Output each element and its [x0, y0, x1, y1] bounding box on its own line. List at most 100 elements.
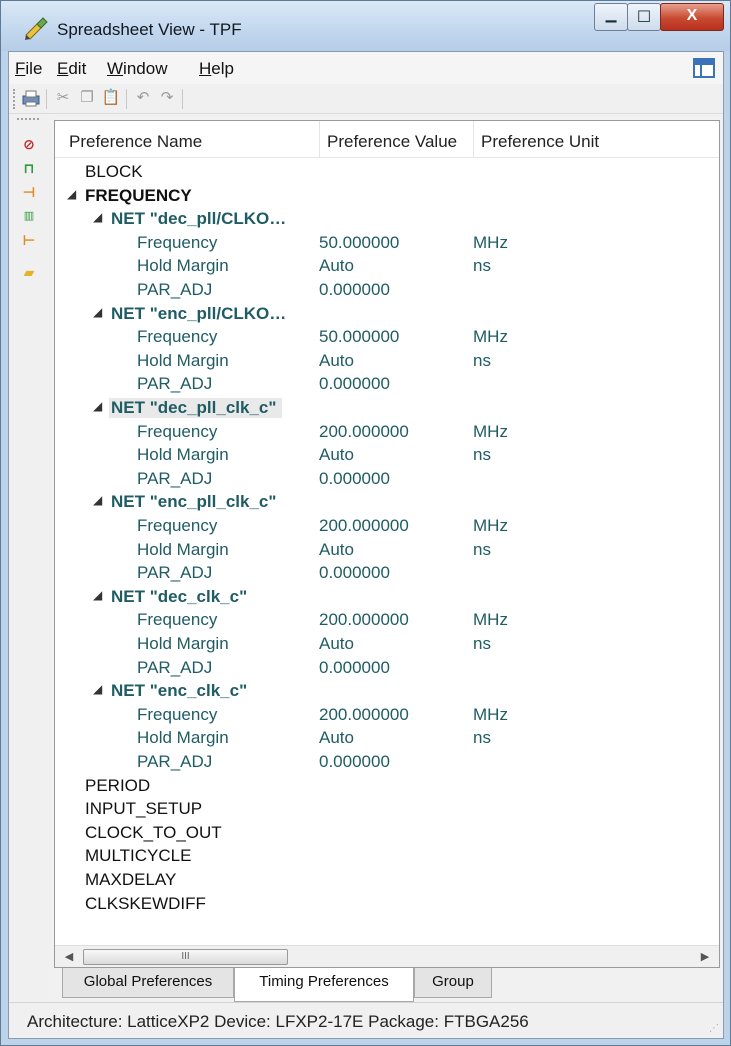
preference-value[interactable]: 50.000000 — [319, 233, 399, 253]
preference-value[interactable]: 0.000000 — [319, 752, 390, 772]
expand-arrow-icon[interactable]: ◢ — [67, 187, 76, 201]
scrollbar-thumb[interactable]: III — [83, 949, 288, 965]
tab-global-preferences[interactable]: Global Preferences — [62, 968, 234, 998]
table-row[interactable]: ◢ NET "enc_pll/CLKO… — [55, 301, 719, 325]
horizontal-scrollbar[interactable]: ◀ III ▶ — [55, 945, 719, 967]
preference-unit: ns — [473, 539, 491, 559]
palette-grip[interactable] — [17, 118, 39, 121]
layout-toggle-icon[interactable] — [693, 58, 715, 78]
preference-value[interactable]: Auto — [319, 728, 354, 748]
preference-value[interactable]: 0.000000 — [319, 658, 390, 678]
expand-arrow-icon[interactable]: ◢ — [93, 210, 102, 224]
tab-timing-preferences[interactable]: Timing Preferences — [234, 968, 414, 1002]
toolbar-grip[interactable] — [13, 89, 16, 109]
resize-grip-icon[interactable]: ⋰ — [709, 1023, 719, 1034]
preference-value[interactable]: 200.000000 — [319, 610, 409, 630]
table-row[interactable]: ◢ NET "dec_clk_c" — [55, 584, 719, 608]
table-row[interactable]: ◢ NET "enc_pll_clk_c" — [55, 489, 719, 513]
preference-value[interactable]: 0.000000 — [319, 469, 390, 489]
column-divider[interactable] — [319, 121, 320, 158]
column-header-value[interactable]: Preference Value — [327, 132, 457, 152]
column-header-unit[interactable]: Preference Unit — [481, 132, 599, 152]
preference-name: Frequency — [137, 704, 218, 724]
paste-icon[interactable]: 📋 — [101, 88, 121, 108]
table-row[interactable]: MULTICYCLE — [55, 843, 719, 867]
table-row[interactable]: PAR_ADJ 0.000000 — [55, 277, 719, 301]
clock-to-out-icon[interactable]: ⊢ — [19, 230, 39, 250]
table-row[interactable]: ◢ NET "dec_pll/CLKO… — [55, 206, 719, 230]
preference-name: Frequency — [137, 232, 218, 252]
table-row[interactable]: Frequency 200.000000 MHz — [55, 702, 719, 726]
preference-value[interactable]: Auto — [319, 256, 354, 276]
preference-value[interactable]: Auto — [319, 634, 354, 654]
table-row[interactable]: Frequency 200.000000 MHz — [55, 419, 719, 443]
table-row[interactable]: Hold Margin Auto ns — [55, 442, 719, 466]
table-row[interactable]: PAR_ADJ 0.000000 — [55, 371, 719, 395]
table-row[interactable]: BLOCK — [55, 159, 719, 183]
table-row[interactable]: ◢ NET "enc_clk_c" — [55, 678, 719, 702]
maximize-button[interactable]: ☐ — [627, 3, 661, 31]
table-row[interactable]: INPUT_SETUP — [55, 796, 719, 820]
table-row[interactable]: CLKSKEWDIFF — [55, 891, 719, 915]
table-row[interactable]: Frequency 50.000000 MHz — [55, 324, 719, 348]
expand-arrow-icon[interactable]: ◢ — [93, 493, 102, 507]
folder-icon[interactable]: ▰ — [19, 262, 39, 282]
preference-value[interactable]: 50.000000 — [319, 327, 399, 347]
preference-value[interactable]: Auto — [319, 445, 354, 465]
preference-name: Hold Margin — [137, 634, 229, 653]
menu-edit[interactable]: Edit — [57, 59, 86, 79]
toolbar: ✂ ❐ 📋 ↶ ↷ — [9, 84, 723, 114]
menu-file[interactable]: File — [15, 59, 42, 79]
multicycle-icon[interactable]: ▥ — [19, 206, 39, 226]
print-icon[interactable] — [21, 88, 41, 108]
table-row[interactable]: PAR_ADJ 0.000000 — [55, 466, 719, 490]
table-row[interactable]: PAR_ADJ 0.000000 — [55, 560, 719, 584]
table-row[interactable]: Hold Margin Auto ns — [55, 253, 719, 277]
preference-value[interactable]: 200.000000 — [319, 516, 409, 536]
preference-value[interactable]: 200.000000 — [319, 422, 409, 442]
preference-value[interactable]: 0.000000 — [319, 563, 390, 583]
redo-icon[interactable]: ↷ — [157, 88, 177, 108]
preference-value[interactable]: Auto — [319, 351, 354, 371]
table-row[interactable]: PERIOD — [55, 773, 719, 797]
menu-window[interactable]: Window — [107, 59, 167, 79]
table-row[interactable]: Hold Margin Auto ns — [55, 725, 719, 749]
scroll-left-icon[interactable]: ◀ — [61, 949, 77, 965]
expand-arrow-icon[interactable]: ◢ — [93, 682, 102, 696]
column-header-name[interactable]: Preference Name — [69, 132, 202, 152]
table-row[interactable]: Hold Margin Auto ns — [55, 537, 719, 561]
expand-arrow-icon[interactable]: ◢ — [93, 305, 102, 319]
column-divider[interactable] — [473, 121, 474, 158]
table-row[interactable]: Hold Margin Auto ns — [55, 631, 719, 655]
input-setup-icon[interactable]: ⊣ — [19, 182, 39, 202]
table-row[interactable]: Hold Margin Auto ns — [55, 348, 719, 372]
cut-icon[interactable]: ✂ — [53, 88, 73, 108]
table-row[interactable]: ◢ FREQUENCY — [55, 183, 719, 207]
table-row[interactable]: CLOCK_TO_OUT — [55, 820, 719, 844]
preference-name: FREQUENCY — [85, 185, 192, 205]
preference-name: Frequency — [137, 516, 218, 535]
waveform-icon[interactable]: ⊓ — [19, 158, 39, 178]
table-row[interactable]: PAR_ADJ 0.000000 — [55, 749, 719, 773]
expand-arrow-icon[interactable]: ◢ — [93, 399, 102, 413]
preference-value[interactable]: Auto — [319, 540, 354, 560]
table-row[interactable]: Frequency 50.000000 MHz — [55, 230, 719, 254]
table-row[interactable]: PAR_ADJ 0.000000 — [55, 655, 719, 679]
table-row[interactable]: MAXDELAY — [55, 867, 719, 891]
preference-value[interactable]: 0.000000 — [319, 374, 390, 394]
table-row[interactable]: Frequency 200.000000 MHz — [55, 513, 719, 537]
copy-icon[interactable]: ❐ — [77, 88, 97, 108]
scroll-right-icon[interactable]: ▶ — [697, 949, 713, 965]
close-button[interactable]: X — [660, 3, 724, 31]
menu-help[interactable]: Help — [199, 59, 234, 79]
clock-constraint-icon[interactable]: ⊘ — [19, 134, 39, 154]
table-row[interactable]: Frequency 200.000000 MHz — [55, 607, 719, 631]
preference-value[interactable]: 0.000000 — [319, 280, 390, 300]
expand-arrow-icon[interactable]: ◢ — [93, 588, 102, 602]
undo-icon[interactable]: ↶ — [133, 88, 153, 108]
table-row[interactable]: ◢ NET "dec_pll_clk_c" — [55, 395, 719, 419]
preference-value[interactable]: 200.000000 — [319, 705, 409, 725]
title-bar[interactable]: Spreadsheet View - TPF ▁ ☐ X — [1, 1, 730, 51]
tab-group[interactable]: Group — [414, 968, 492, 998]
minimize-button[interactable]: ▁ — [594, 3, 628, 31]
